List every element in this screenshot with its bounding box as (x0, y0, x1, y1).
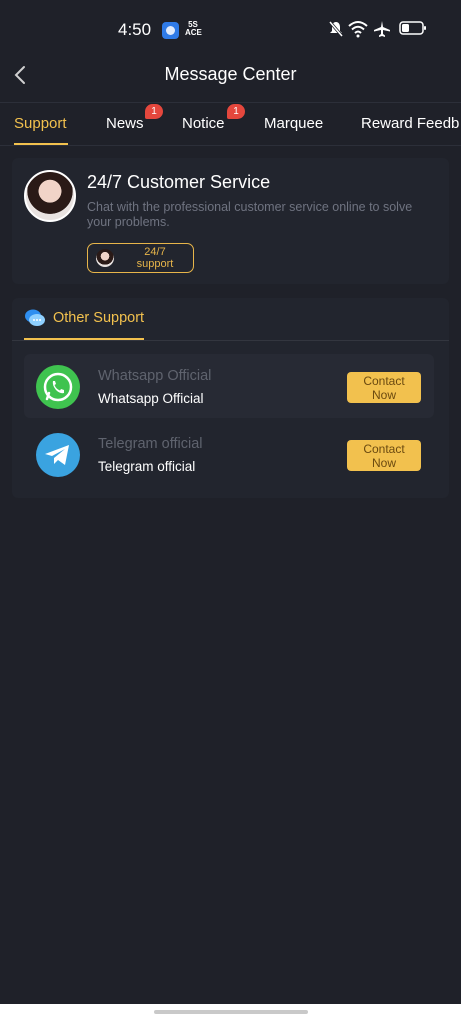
contact-name: Telegram official (98, 459, 196, 474)
contact-button-line2: Now (371, 455, 396, 470)
gesture-bar-area (0, 1004, 461, 1024)
contact-button-line1: Contact (363, 441, 405, 456)
tab-reward-feedback[interactable]: Reward Feedb (361, 115, 459, 132)
contact-row-telegram: Telegram official Telegram official Cont… (24, 422, 434, 486)
battery-icon (399, 21, 426, 35)
home-indicator[interactable] (154, 1010, 308, 1014)
header: Message Center (0, 56, 461, 102)
agent-avatar-small (96, 249, 114, 267)
other-support-underline (24, 338, 144, 340)
customer-service-title: 24/7 Customer Service (87, 172, 271, 192)
status-bar: 4:50 5S ACE (0, 0, 461, 56)
telegram-icon (36, 433, 80, 477)
mute-icon (328, 21, 344, 37)
tab-active-indicator (14, 143, 68, 145)
chat-bubble-icon (25, 309, 45, 326)
whatsapp-icon (36, 365, 80, 409)
support-chip-line2: support (136, 258, 174, 270)
contact-row-whatsapp: Whatsapp Official Whatsapp Official Cont… (24, 354, 434, 418)
telegram-contact-now-button[interactable]: Contact Now (347, 440, 421, 471)
app-icon (162, 22, 179, 39)
tab-bar: Support News 1 Notice 1 Marquee Reward F… (0, 102, 461, 146)
customer-service-description: Chat with the professional customer serv… (87, 200, 413, 229)
other-support-title: Other Support (53, 310, 145, 326)
other-support-header: Other Support (12, 298, 449, 341)
support-24-7-button[interactable]: 24/7 support (87, 243, 194, 273)
tab-news[interactable]: News (106, 115, 144, 132)
tab-notice[interactable]: Notice (182, 115, 225, 132)
support-chip-label: 24/7 support (120, 246, 190, 270)
contact-name: Whatsapp Official (98, 391, 204, 406)
status-tag: 5S ACE (185, 20, 202, 37)
notice-badge: 1 (227, 104, 245, 119)
customer-service-card[interactable]: 24/7 Customer Service Chat with the prof… (12, 158, 449, 284)
tab-marquee[interactable]: Marquee (264, 115, 323, 132)
contact-button-line2: Now (371, 387, 396, 402)
wifi-icon (348, 21, 368, 38)
agent-avatar (24, 170, 76, 222)
contact-name-muted: Whatsapp Official (98, 368, 212, 384)
other-support-section: Other Support Whatsapp Official Whatsapp… (12, 298, 449, 498)
tab-support[interactable]: Support (14, 115, 67, 132)
news-badge: 1 (145, 104, 163, 119)
contact-name-muted: Telegram official (98, 436, 203, 452)
page-title: Message Center (164, 64, 297, 84)
whatsapp-contact-now-button[interactable]: Contact Now (347, 372, 421, 403)
contact-button-line1: Contact (363, 373, 405, 388)
status-time: 4:50 (118, 20, 152, 39)
airplane-icon (374, 21, 390, 37)
support-chip-line1: 24/7 (144, 246, 166, 258)
